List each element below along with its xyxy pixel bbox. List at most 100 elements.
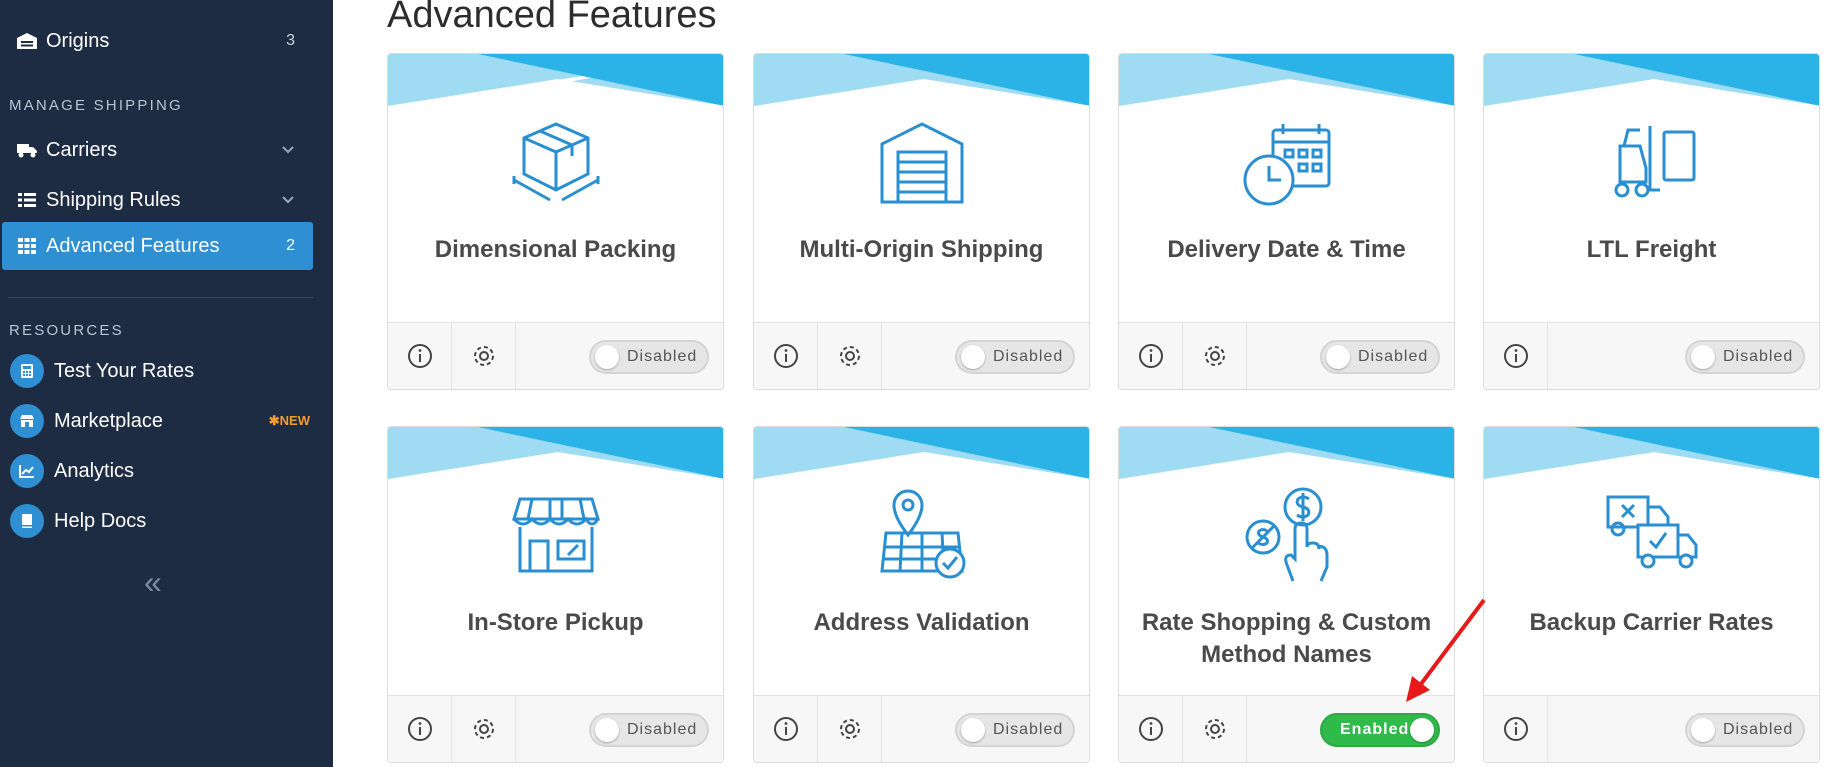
info-icon — [773, 344, 798, 368]
sidebar-item-shipping-rules[interactable]: Shipping Rules — [2, 176, 313, 224]
sidebar-item-marketplace[interactable]: Marketplace ✱NEW — [10, 401, 310, 441]
info-button[interactable] — [1484, 696, 1548, 762]
card-title: Backup Carrier Rates — [1529, 609, 1774, 636]
collapse-sidebar-button[interactable]: « — [144, 566, 162, 598]
gear-icon — [839, 346, 860, 366]
card-footer: Disabled — [1484, 695, 1819, 762]
sidebar-divider — [8, 297, 313, 298]
backup-trucks-icon — [1602, 485, 1702, 585]
card-title: Delivery Date & Time — [1167, 236, 1406, 263]
sidebar-item-label: Origins — [46, 29, 110, 52]
feature-card-backup-carrier-rates: Backup Carrier Rates Disabled — [1483, 426, 1820, 763]
card-banner — [1484, 54, 1819, 114]
resources-heading: RESOURCES — [9, 322, 124, 339]
card-footer: Disabled — [388, 695, 723, 762]
card-footer: Disabled — [754, 695, 1089, 762]
truck-icon — [16, 139, 38, 161]
settings-button[interactable] — [452, 696, 516, 762]
calendar-clock-icon — [1237, 112, 1337, 212]
toggle-label: Disabled — [1723, 348, 1794, 365]
feature-toggle[interactable]: Disabled — [955, 713, 1075, 747]
info-button[interactable] — [1119, 696, 1183, 762]
feature-toggle[interactable]: Disabled — [589, 713, 709, 747]
settings-button[interactable] — [1183, 323, 1247, 389]
settings-button[interactable] — [818, 323, 882, 389]
sidebar-item-label: Shipping Rules — [46, 188, 181, 211]
feature-card-multi-origin-shipping: Multi-Origin Shipping Disabled — [753, 53, 1090, 390]
feature-toggle[interactable]: Disabled — [1320, 340, 1440, 374]
box-dimensions-icon — [506, 112, 606, 212]
card-title: LTL Freight — [1586, 236, 1717, 263]
card-banner — [388, 427, 723, 487]
sidebar-item-help-docs[interactable]: Help Docs — [10, 501, 310, 541]
sidebar: Origins 3 MANAGE SHIPPING Carriers Shipp… — [0, 0, 333, 767]
toggle-knob — [961, 718, 985, 742]
manage-shipping-heading: MANAGE SHIPPING — [9, 97, 183, 114]
gear-icon — [473, 346, 494, 366]
gear-icon — [839, 719, 860, 739]
list-icon — [16, 189, 38, 211]
gear-icon — [1204, 719, 1225, 739]
toggle-knob — [1691, 718, 1715, 742]
warehouse-icon — [16, 30, 38, 52]
info-button[interactable] — [1484, 323, 1548, 389]
feature-toggle[interactable]: Disabled — [1685, 713, 1805, 747]
calculator-icon — [10, 354, 44, 388]
feature-toggle[interactable]: Enabled — [1320, 713, 1440, 747]
forklift-icon — [1602, 112, 1702, 212]
toggle-knob — [1410, 718, 1434, 742]
card-footer: Disabled — [754, 322, 1089, 389]
feature-toggle[interactable]: Disabled — [955, 340, 1075, 374]
map-pin-check-icon — [872, 485, 972, 585]
storefront-icon — [506, 485, 606, 585]
toggle-knob — [1326, 345, 1350, 369]
card-title: In-Store Pickup — [467, 609, 644, 636]
info-icon — [1503, 717, 1528, 741]
info-icon — [773, 717, 798, 741]
chart-icon — [10, 454, 44, 488]
info-icon — [407, 344, 432, 368]
settings-button[interactable] — [818, 696, 882, 762]
info-button[interactable] — [1119, 323, 1183, 389]
card-title: Dimensional Packing — [434, 236, 677, 263]
sidebar-item-advanced-features[interactable]: Advanced Features 2 — [2, 222, 313, 270]
new-badge: ✱NEW — [268, 413, 310, 428]
card-title: Address Validation — [813, 609, 1030, 636]
info-icon — [407, 717, 432, 741]
annotation-arrow-icon — [1406, 598, 1486, 702]
sidebar-item-label: Test Your Rates — [54, 359, 195, 382]
info-button[interactable] — [754, 696, 818, 762]
card-banner — [1484, 427, 1819, 487]
toggle-knob — [961, 345, 985, 369]
settings-button[interactable] — [452, 323, 516, 389]
info-button[interactable] — [388, 696, 452, 762]
toggle-label: Disabled — [1723, 721, 1794, 738]
feature-toggle[interactable]: Disabled — [1685, 340, 1805, 374]
toggle-knob — [1691, 345, 1715, 369]
warehouse-icon — [872, 112, 972, 212]
feature-card-in-store-pickup: In-Store Pickup Disabled — [387, 426, 724, 763]
toggle-label: Disabled — [993, 721, 1064, 738]
card-title: Multi-Origin Shipping — [799, 236, 1044, 263]
grid-icon — [16, 235, 38, 257]
info-button[interactable] — [388, 323, 452, 389]
advanced-features-count: 2 — [286, 237, 295, 254]
chevron-down-icon — [281, 190, 295, 213]
sidebar-item-analytics[interactable]: Analytics — [10, 451, 310, 491]
sidebar-item-origins[interactable]: Origins 3 — [2, 17, 313, 65]
feature-toggle[interactable]: Disabled — [589, 340, 709, 374]
toggle-label: Disabled — [1358, 348, 1429, 365]
card-banner — [1119, 427, 1454, 487]
card-footer: Disabled — [1119, 322, 1454, 389]
feature-card-dimensional-packing: Dimensional Packing Disabled — [387, 53, 724, 390]
sidebar-item-test-your-rates[interactable]: Test Your Rates — [10, 351, 310, 391]
sidebar-item-carriers[interactable]: Carriers — [2, 126, 313, 174]
settings-button[interactable] — [1183, 696, 1247, 762]
toggle-label: Disabled — [627, 348, 698, 365]
store-icon — [10, 404, 44, 438]
sidebar-item-label: Marketplace — [54, 409, 163, 432]
info-icon — [1138, 344, 1163, 368]
sidebar-item-label: Advanced Features — [46, 234, 220, 257]
info-button[interactable] — [754, 323, 818, 389]
toggle-label: Disabled — [993, 348, 1064, 365]
